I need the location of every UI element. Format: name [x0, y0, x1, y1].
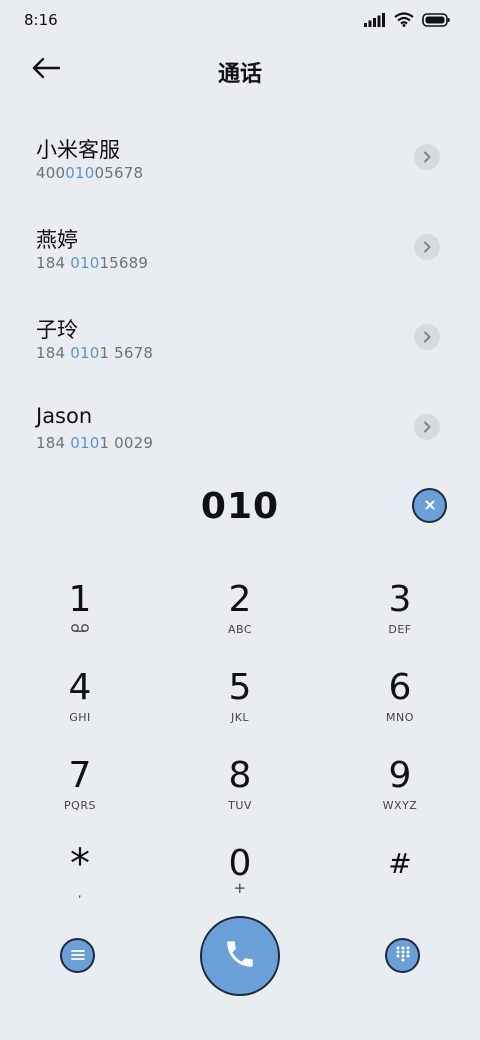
- key-3[interactable]: 3 DEF: [340, 580, 460, 660]
- contact-number: 184 0101 5678: [36, 344, 154, 362]
- voicemail-icon: [20, 622, 140, 638]
- menu-icon: [70, 946, 85, 965]
- bottom-bar: [0, 914, 480, 998]
- detail-button[interactable]: [414, 144, 440, 170]
- chevron-right-icon: [422, 328, 432, 347]
- dial-display: 010: [0, 480, 480, 536]
- number-match: 010: [65, 164, 95, 182]
- key-digit: 1: [68, 579, 92, 620]
- key-letters: DEF: [388, 623, 412, 636]
- key-9[interactable]: 9 WXYZ: [340, 756, 460, 836]
- key-letters: PQRS: [64, 799, 96, 812]
- key-digit: *: [70, 841, 90, 887]
- signal-icon: [364, 12, 386, 31]
- contact-name: Jason: [36, 404, 93, 428]
- key-4[interactable]: 4 GHI: [20, 668, 140, 748]
- key-letters: WXYZ: [382, 799, 418, 812]
- key-letters: ABC: [227, 623, 253, 636]
- detail-button[interactable]: [414, 234, 440, 260]
- key-digit: 2: [228, 579, 252, 620]
- key-8[interactable]: 8 TUV: [180, 756, 300, 836]
- contact-name: 子玲: [36, 318, 78, 342]
- contact-name: 燕婷: [36, 228, 78, 252]
- key-star[interactable]: * ,: [20, 844, 140, 924]
- list-item[interactable]: 子玲 184 0101 5678: [0, 292, 480, 382]
- key-digit: 7: [68, 755, 92, 796]
- key-letters: ,: [78, 887, 82, 900]
- key-digit: 5: [228, 667, 252, 708]
- key-letters: JKL: [230, 711, 250, 724]
- key-digit: 0: [228, 843, 252, 884]
- status-bar: 8:16: [0, 0, 480, 40]
- key-digit: 4: [68, 667, 92, 708]
- key-2[interactable]: 2 ABC: [180, 580, 300, 660]
- key-digit: #: [388, 847, 412, 880]
- key-letters: GHI: [69, 711, 91, 724]
- number-match: 010: [70, 254, 100, 272]
- phone-icon: [223, 937, 257, 975]
- header: 通话: [0, 40, 480, 100]
- call-button[interactable]: [200, 916, 280, 996]
- status-time: 8:16: [24, 11, 58, 29]
- contact-number: 40001005678: [36, 164, 144, 182]
- key-6[interactable]: 6 MNO: [340, 668, 460, 748]
- wifi-icon: [394, 12, 414, 31]
- key-hash[interactable]: #: [340, 844, 460, 924]
- key-5[interactable]: 5 JKL: [180, 668, 300, 748]
- contact-number: 184 01015689: [36, 254, 149, 272]
- key-1[interactable]: 1: [20, 580, 140, 660]
- key-7[interactable]: 7 PQRS: [20, 756, 140, 836]
- page-title: 通话: [217, 62, 262, 87]
- detail-button[interactable]: [414, 324, 440, 350]
- clear-button[interactable]: [412, 488, 447, 523]
- keypad-toggle-button[interactable]: [385, 938, 420, 973]
- key-0[interactable]: 0 +: [180, 844, 300, 924]
- contact-list: 小米客服 40001005678 燕婷 184 01015689 子玲 184 …: [0, 112, 480, 472]
- key-letters: MNO: [386, 711, 414, 724]
- dialpad-icon: [396, 946, 410, 966]
- status-icons: [364, 12, 450, 31]
- dialed-number: 010: [200, 486, 280, 527]
- detail-button[interactable]: [414, 414, 440, 440]
- chevron-right-icon: [422, 418, 432, 437]
- list-item[interactable]: 小米客服 40001005678: [0, 112, 480, 202]
- battery-icon: [422, 12, 450, 31]
- number-match: 010: [70, 344, 100, 362]
- list-item[interactable]: 燕婷 184 01015689: [0, 202, 480, 292]
- number-match: 010: [70, 434, 100, 452]
- contact-name: 小米客服: [36, 138, 120, 162]
- key-letters: +: [233, 879, 247, 897]
- close-icon: [424, 496, 436, 515]
- key-digit: 8: [228, 755, 252, 796]
- key-digit: 3: [388, 579, 412, 620]
- chevron-right-icon: [422, 148, 432, 167]
- chevron-right-icon: [422, 238, 432, 257]
- key-letters: TUV: [228, 799, 252, 812]
- list-item[interactable]: Jason 184 0101 0029: [0, 382, 480, 472]
- key-digit: 6: [388, 667, 412, 708]
- contact-number: 184 0101 0029: [36, 434, 154, 452]
- menu-button[interactable]: [60, 938, 95, 973]
- key-digit: 9: [388, 755, 412, 796]
